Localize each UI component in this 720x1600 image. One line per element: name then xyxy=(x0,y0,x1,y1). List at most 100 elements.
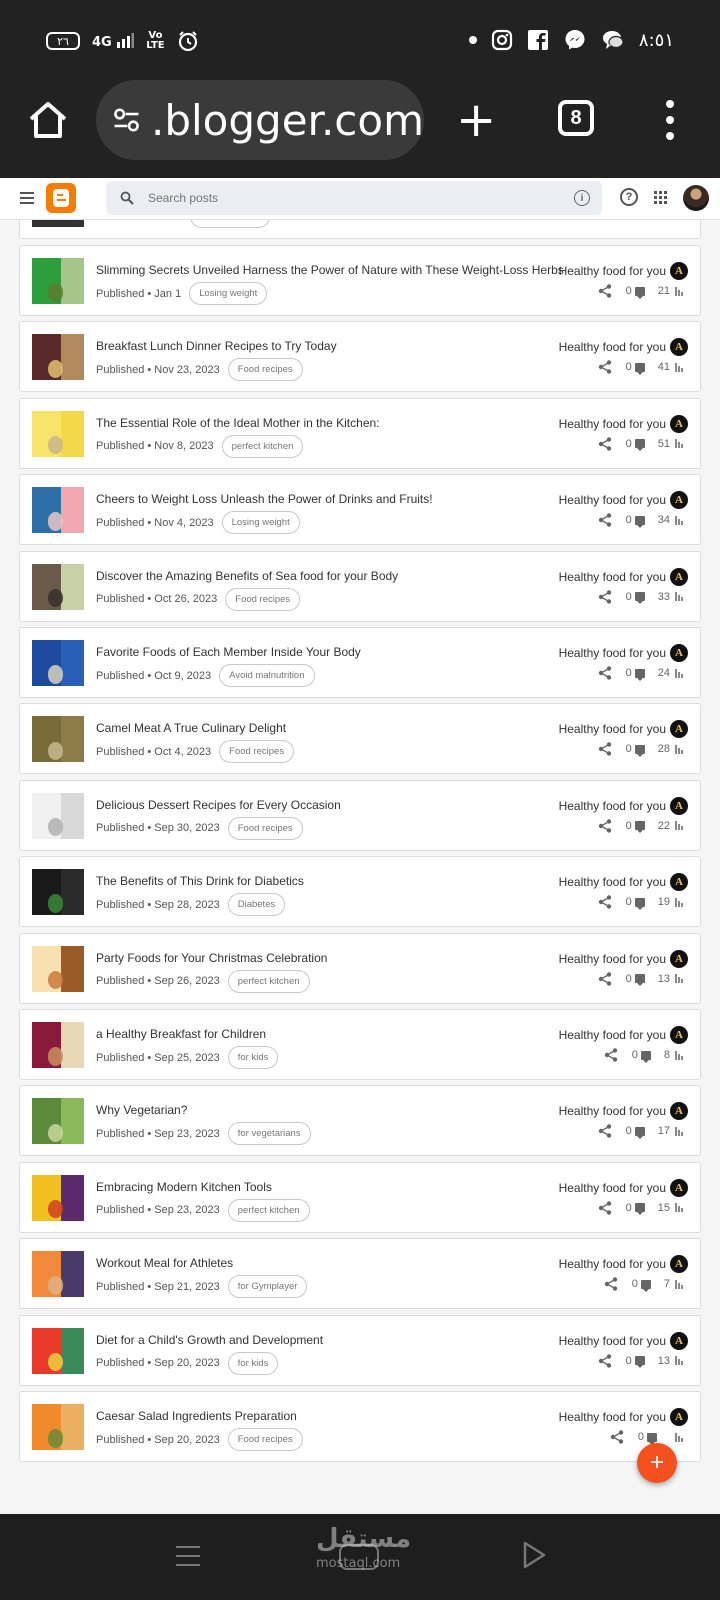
post-thumbnail[interactable] xyxy=(32,487,84,534)
post-label-chip[interactable]: perfect kitchen xyxy=(221,434,304,458)
post-title[interactable]: Party Foods for Your Christmas Celebrati… xyxy=(96,951,576,965)
post-label-chip[interactable]: perfect kitchen xyxy=(227,969,310,993)
share-icon[interactable] xyxy=(598,1353,612,1368)
post-title[interactable]: Embracing Modern Kitchen Tools xyxy=(96,1180,576,1194)
post-label-chip[interactable]: Food recipes xyxy=(219,740,295,764)
home-icon[interactable] xyxy=(26,98,70,142)
post-row[interactable]: Discover the Amazing Benefits of Sea foo… xyxy=(19,550,701,622)
post-label-chip[interactable]: Losing weight xyxy=(221,511,300,535)
post-row[interactable]: Party Foods for Your Christmas Celebrati… xyxy=(19,932,701,1004)
post-label-chip[interactable]: for vegetarians xyxy=(227,1122,311,1146)
help-icon[interactable]: ? xyxy=(620,188,638,206)
post-row[interactable]: Diet for a Child's Growth and Developmen… xyxy=(19,1314,701,1386)
post-title[interactable]: Workout Meal for Athletes xyxy=(96,1256,576,1270)
post-title[interactable]: Camel Meat A True Culinary Delight xyxy=(96,721,576,735)
hamburger-menu-icon[interactable] xyxy=(20,192,34,204)
share-icon[interactable] xyxy=(598,1124,612,1139)
post-label-chip[interactable]: Losing weight xyxy=(189,282,268,305)
address-bar[interactable]: .blogger.com xyxy=(96,80,424,160)
post-title[interactable]: Why Vegetarian? xyxy=(96,1103,576,1117)
post-row[interactable]: Breakfast Lunch Dinner Recipes to Try To… xyxy=(19,321,701,393)
post-thumbnail[interactable] xyxy=(32,1174,84,1221)
post-thumbnail[interactable] xyxy=(32,716,84,763)
avatar[interactable] xyxy=(683,185,709,211)
post-label-chip[interactable]: for kids xyxy=(227,1351,279,1375)
post-row[interactable]: Why Vegetarian? Published • Sep 23, 2023… xyxy=(19,1085,701,1157)
share-icon[interactable] xyxy=(598,589,612,604)
post-thumbnail[interactable] xyxy=(32,563,84,610)
share-icon[interactable] xyxy=(598,513,612,527)
post-row[interactable]: Caesar Salad Ingredients Preparation Pub… xyxy=(19,1391,701,1462)
share-icon[interactable] xyxy=(598,742,612,757)
post-thumbnail[interactable] xyxy=(32,1327,84,1374)
post-title[interactable]: Cheers to Weight Loss Unleash the Power … xyxy=(96,492,576,506)
share-icon[interactable] xyxy=(604,1277,618,1291)
blogger-logo[interactable] xyxy=(46,183,76,213)
new-tab-button[interactable]: + xyxy=(456,96,496,144)
post-title[interactable]: Favorite Foods of Each Member Inside You… xyxy=(96,645,576,659)
recent-apps-icon[interactable] xyxy=(176,1546,200,1566)
post-label-chip[interactable]: for kids xyxy=(227,1046,279,1069)
post-label-chip[interactable]: Avoid malnutrition xyxy=(219,664,315,687)
post-row-partial[interactable] xyxy=(19,220,701,239)
site-settings-icon[interactable] xyxy=(112,103,141,137)
post-title[interactable]: Caesar Salad Ingredients Preparation xyxy=(96,1409,576,1423)
post-label-chip[interactable]: Food recipes xyxy=(227,816,303,840)
share-icon[interactable] xyxy=(598,1201,612,1215)
post-row[interactable]: Slimming Secrets Unveiled Harness the Po… xyxy=(19,245,701,316)
share-icon[interactable] xyxy=(610,1430,624,1444)
post-thumbnail[interactable] xyxy=(32,792,84,839)
share-icon[interactable] xyxy=(598,971,612,986)
post-label-chip[interactable] xyxy=(190,220,270,228)
post-row[interactable]: Embracing Modern Kitchen Tools Published… xyxy=(19,1161,701,1233)
post-title[interactable]: Delicious Dessert Recipes for Every Occa… xyxy=(96,798,576,812)
post-row[interactable]: Camel Meat A True Culinary Delight Publi… xyxy=(19,703,701,775)
post-title[interactable]: The Essential Role of the Ideal Mother i… xyxy=(96,416,576,430)
share-icon[interactable] xyxy=(598,284,612,298)
apps-grid-icon[interactable] xyxy=(654,191,668,205)
post-label-chip[interactable]: Diabetes xyxy=(227,893,286,917)
share-icon[interactable] xyxy=(598,666,612,680)
post-label-chip[interactable]: Food recipes xyxy=(227,358,303,382)
post-thumbnail[interactable] xyxy=(32,945,84,992)
post-thumbnail[interactable] xyxy=(32,640,84,686)
search-input[interactable] xyxy=(148,191,528,205)
share-icon[interactable] xyxy=(604,1048,618,1062)
post-thumbnail[interactable] xyxy=(32,1098,84,1145)
post-row[interactable]: Delicious Dessert Recipes for Every Occa… xyxy=(19,779,701,851)
post-title[interactable]: Breakfast Lunch Dinner Recipes to Try To… xyxy=(96,339,576,353)
post-title[interactable]: Discover the Amazing Benefits of Sea foo… xyxy=(96,569,576,583)
post-title[interactable]: The Benefits of This Drink for Diabetics xyxy=(96,874,576,888)
post-thumbnail[interactable] xyxy=(32,869,84,916)
tab-switcher-button[interactable]: 8 xyxy=(558,100,594,136)
search-bar[interactable]: i xyxy=(106,181,602,215)
post-thumbnail[interactable] xyxy=(32,1404,84,1450)
post-thumbnail[interactable] xyxy=(32,1022,84,1068)
post-row[interactable]: a Healthy Breakfast for Children Publish… xyxy=(19,1009,701,1080)
post-label-chip[interactable]: Food recipes xyxy=(225,587,301,611)
share-icon[interactable] xyxy=(598,895,612,909)
share-icon[interactable] xyxy=(598,360,612,375)
post-thumbnail[interactable] xyxy=(32,258,84,304)
search-info-icon[interactable]: i xyxy=(574,190,590,206)
post-thumbnail[interactable] xyxy=(32,1251,84,1298)
share-icon[interactable] xyxy=(598,437,612,451)
post-row[interactable]: Favorite Foods of Each Member Inside You… xyxy=(19,627,701,698)
share-icon[interactable] xyxy=(598,819,612,833)
post-title[interactable]: Diet for a Child's Growth and Developmen… xyxy=(96,1333,576,1347)
post-thumbnail[interactable] xyxy=(32,410,84,457)
post-title[interactable]: a Healthy Breakfast for Children xyxy=(96,1027,576,1041)
post-row[interactable]: The Benefits of This Drink for Diabetics… xyxy=(19,856,701,928)
post-label-chip[interactable]: Food recipes xyxy=(227,1428,303,1451)
browser-menu-icon[interactable] xyxy=(665,100,675,140)
post-thumbnail[interactable] xyxy=(32,334,84,381)
post-row[interactable]: Workout Meal for Athletes Published • Se… xyxy=(19,1238,701,1310)
back-icon[interactable] xyxy=(520,1540,548,1570)
post-label-chip[interactable]: for Gymplayer xyxy=(227,1275,308,1299)
post-row[interactable]: The Essential Role of the Ideal Mother i… xyxy=(19,397,701,469)
post-title[interactable]: Slimming Secrets Unveiled Harness the Po… xyxy=(96,263,576,277)
url-text[interactable]: .blogger.com xyxy=(151,96,424,145)
new-post-button[interactable]: + xyxy=(637,1443,677,1483)
post-label-chip[interactable]: perfect kitchen xyxy=(227,1198,310,1222)
post-row[interactable]: Cheers to Weight Loss Unleash the Power … xyxy=(19,474,701,546)
